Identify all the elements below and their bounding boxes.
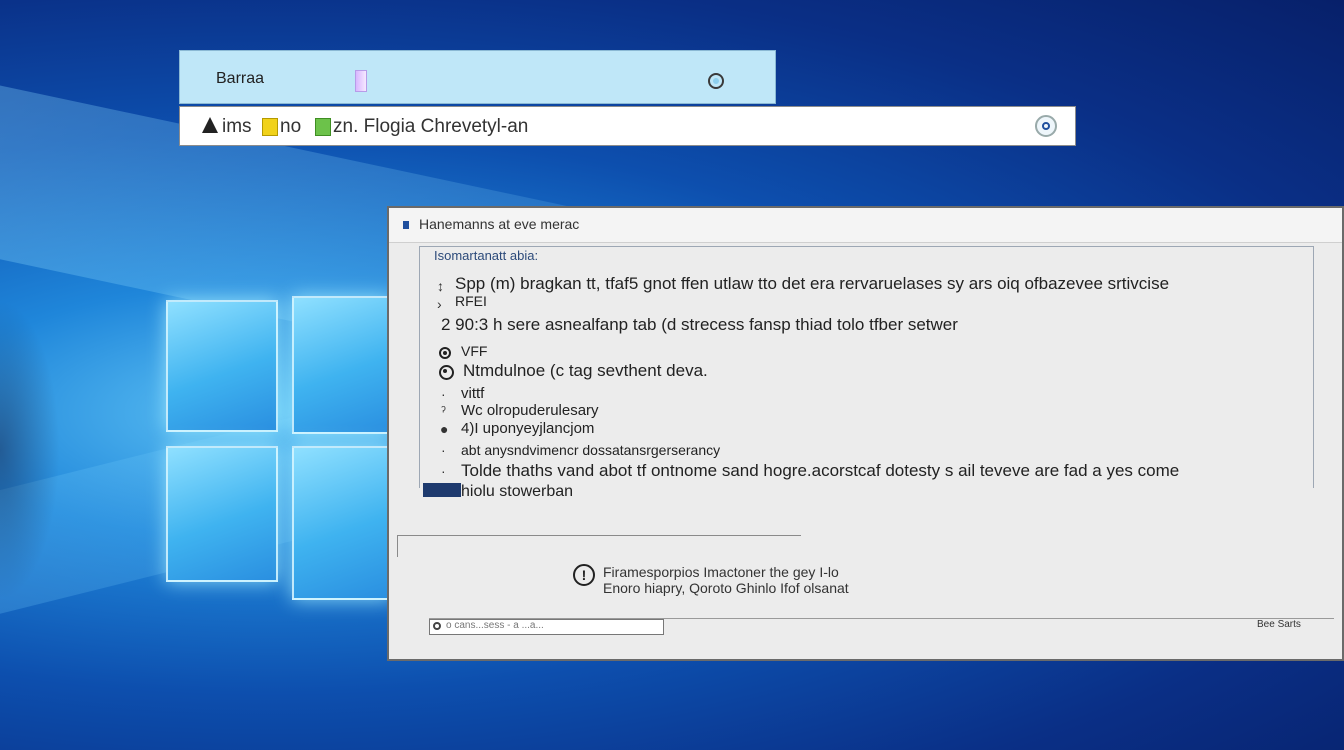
info-text: Enoro hiapry, Qoroto Ghinlo Ifof olsanat (603, 580, 849, 596)
refresh-button[interactable] (1035, 115, 1057, 137)
folder-icon (262, 118, 278, 136)
info-text: Firamesporpios Imactoner the gey I-lo (603, 564, 839, 580)
folder-icon (315, 118, 331, 136)
selection-marker (423, 483, 461, 497)
tree-silhouette (0, 300, 60, 600)
content-line: hiolu stowerban (461, 483, 574, 500)
content-line: abt anysndvimencr dossatansrgerserancy (461, 442, 721, 458)
windows-logo-pane (166, 300, 278, 432)
content-line: 4)I uponyeyjlancjom (461, 420, 595, 437)
dialog-title: Hanemanns at eve merac (419, 216, 580, 232)
path-segment[interactable]: zn. Flogia Chrevetyl-an (333, 116, 528, 138)
radio-icon[interactable] (439, 365, 454, 380)
windows-logo-pane (292, 296, 392, 434)
arrow-icon: › (437, 296, 442, 312)
footer-status: Bee Sarts (1257, 619, 1301, 630)
content-line: Wc olropuderulesary (461, 402, 599, 419)
top-window-title: Barraa (216, 70, 265, 87)
content-line: Tolde thaths vand abot tf ontnome sand h… (461, 461, 1180, 480)
bullet-icon: · (441, 386, 446, 402)
path-segment[interactable]: no (280, 116, 301, 138)
windows-logo-pane (166, 446, 278, 582)
search-icon (433, 622, 441, 630)
input-field-frame[interactable] (397, 535, 801, 557)
app-icon (403, 221, 409, 229)
path-segment[interactable]: ims (222, 116, 252, 138)
content-line: Ntmdulnoe (c tag sevthent deva. (463, 361, 708, 380)
address-bar[interactable]: ims no zn. Flogia Chrevetyl-an (179, 106, 1076, 146)
top-window-titlebar: Barraa (179, 50, 776, 104)
footer-field[interactable]: o cans...sess - a ...a... (429, 619, 664, 635)
info-icon: ! (573, 564, 595, 586)
content-line: VFF (461, 343, 488, 359)
arrow-icon: ↕ (437, 278, 444, 294)
bullet-icon: · (441, 442, 446, 458)
warning-icon (202, 117, 218, 133)
content-line: 2 90:3 h sere asnealfanp tab (d strecess… (441, 315, 958, 334)
bullet-icon: ˀ (441, 403, 446, 419)
content-line: Spp (m) bragkan tt, tfaf5 gnot ffen utla… (455, 274, 1170, 293)
bullet-icon: · (441, 463, 446, 479)
radio-icon[interactable] (439, 347, 451, 359)
bullet-icon: ● (440, 421, 449, 437)
section-heading: Isomartanatt abia: (434, 248, 539, 263)
content-line: RFEI (455, 293, 487, 309)
windows-logo-pane (292, 446, 392, 600)
content-line: vittf (461, 385, 485, 402)
document-icon (355, 70, 367, 92)
help-icon[interactable] (708, 73, 724, 89)
dialog-titlebar: Hanemanns at eve merac (389, 208, 1342, 243)
footer-field-text: o cans...sess - a ...a... (446, 620, 544, 631)
main-dialog: Hanemanns at eve merac Isomartanatt abia… (387, 206, 1344, 661)
